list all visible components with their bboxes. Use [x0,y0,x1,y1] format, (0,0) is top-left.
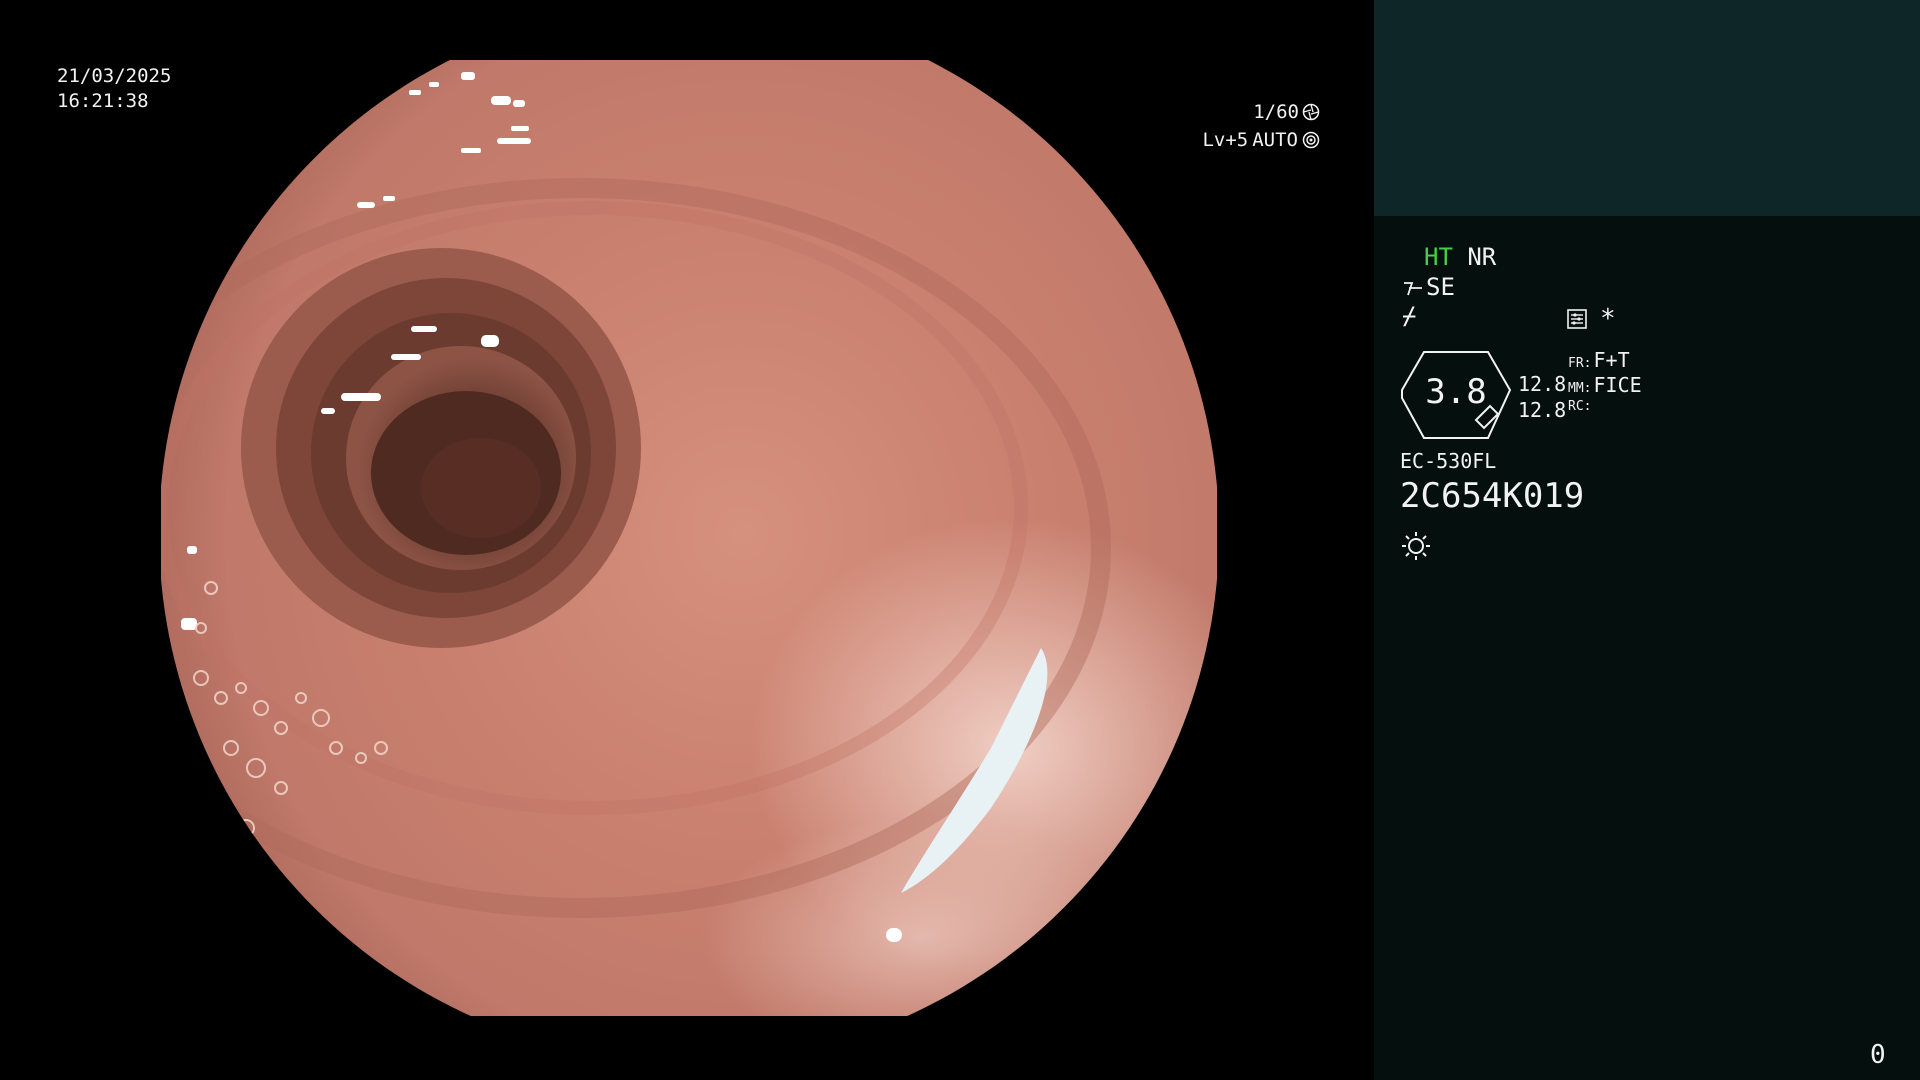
tone-curve-line: ⌿ [1402,302,1416,330]
settings-list-icon [1567,309,1587,329]
mm-setting: MM: FICE [1568,373,1642,397]
mm-value: FICE [1593,373,1642,397]
tone-curve-icon: ⌿ [1402,302,1417,330]
rc-key: RC: [1568,399,1592,414]
zoom-indicator: 3.8 [1400,350,1512,442]
zoom-value: 3.8 [1425,372,1487,412]
aperture-icon [1302,103,1320,121]
fr-value: F+T [1593,348,1630,372]
structure-enhance-line: SE [1402,273,1455,301]
endoscope-image [161,0,1217,1078]
endoscope-display: 21/03/2025 16:21:38 1/60 Lv+5 AUTO [0,0,1374,1080]
light-indicator [1400,530,1432,562]
exposure-readout: 1/60 Lv+5 AUTO [1100,98,1320,154]
level-text: Lv+5 [1202,129,1249,151]
scope-serial: 2C654K019 [1400,476,1585,516]
scope-model: EC-530FL [1400,449,1497,473]
info-panel-header-area [1374,0,1920,216]
settings-indicator [1566,308,1588,334]
mm-key: MM: [1568,381,1592,396]
processing-mode-line: HT NR [1424,243,1496,271]
shutter-text: 1/60 [1253,101,1299,123]
date-text: 21/03/2025 [57,65,172,87]
image-counter: 0 [1870,1040,1886,1070]
se-label: SE [1426,273,1455,301]
signal-enhance-icon [1404,282,1422,296]
asterisk-indicator: * [1600,304,1616,334]
value-b: 12.8 [1518,398,1567,422]
light-sun-icon [1402,532,1430,560]
endoscope-image-drawing [161,60,1217,1016]
processor-info-panel: HT NR SE ⌿ * 3.8 12.8 12.8 FR: F+T MM: F… [1374,0,1920,1080]
fr-setting: FR: F+T [1568,348,1630,372]
time-text: 16:21:38 [57,90,149,112]
iris-text: AUTO [1252,129,1298,151]
iris-icon [1302,131,1320,149]
rc-setting: RC: [1568,399,1593,414]
mode-ht-label: HT [1424,243,1453,271]
mode-nr-label: NR [1467,243,1497,271]
date-time-readout: 21/03/2025 16:21:38 [57,64,171,114]
value-a: 12.8 [1518,372,1567,396]
fr-key: FR: [1568,356,1592,371]
